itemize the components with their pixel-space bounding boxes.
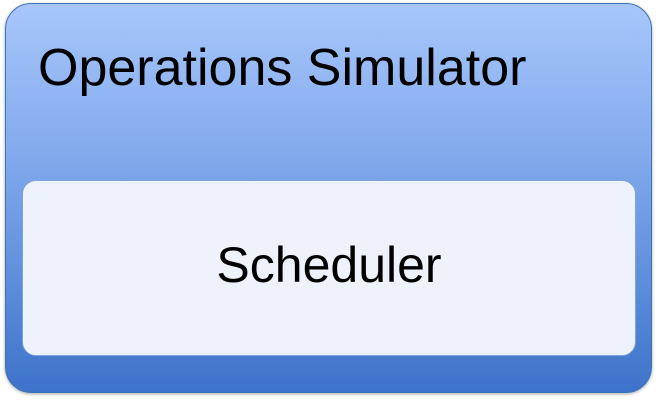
operations-simulator-label: Operations Simulator [38, 39, 527, 97]
scheduler-box: Scheduler [22, 180, 636, 356]
scheduler-label: Scheduler [216, 237, 442, 293]
